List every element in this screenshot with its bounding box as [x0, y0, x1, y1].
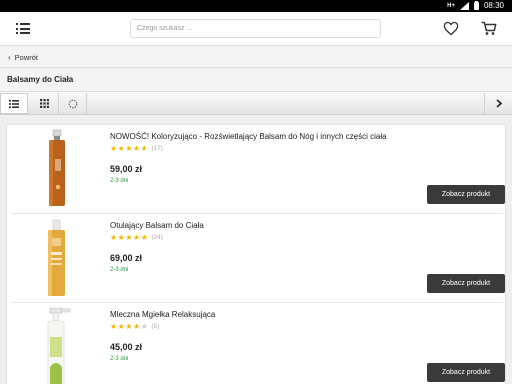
- page-title: Balsamy do Ciała: [0, 69, 512, 91]
- grid-view-button[interactable]: [31, 93, 59, 114]
- product-name[interactable]: Otulający Balsam do Ciała: [110, 221, 204, 230]
- chevron-right-icon: [495, 99, 502, 108]
- product-image: [49, 129, 65, 206]
- cart-icon[interactable]: [481, 21, 497, 36]
- list-view-button[interactable]: [0, 93, 28, 114]
- rating-stars: ★★★★★★: [110, 144, 149, 153]
- view-product-button[interactable]: Zobacz produkt: [427, 274, 505, 293]
- loading-icon: [68, 99, 77, 108]
- status-bar: H+ 08:30: [0, 0, 512, 12]
- review-count: (17): [151, 145, 163, 152]
- product-rating: ★★★★★★ (17): [110, 144, 163, 153]
- delivery-time: 2-3 dni: [110, 356, 129, 362]
- back-link[interactable]: ‹ Powrót: [0, 47, 512, 68]
- product-item[interactable]: Otulający Balsam do Ciała ★★★★★ (24) 69,…: [11, 214, 505, 303]
- product-price: 59,00 zł: [110, 164, 143, 174]
- delivery-time: 2-3 dni: [110, 267, 129, 273]
- chevron-left-icon: ‹: [8, 52, 11, 62]
- rating-stars: ★★★★★: [110, 233, 149, 242]
- product-name[interactable]: NOWOŚĆ! Koloryzująco - Rozświetlający Ba…: [110, 132, 387, 141]
- search-input[interactable]: [130, 19, 381, 38]
- refresh-button[interactable]: [59, 93, 87, 114]
- product-price: 69,00 zł: [110, 253, 143, 263]
- app-header: [0, 12, 512, 46]
- back-label: Powrót: [14, 52, 39, 62]
- product-item[interactable]: NOWOŚĆ! Koloryzująco - Rozświetlający Ba…: [11, 125, 505, 214]
- product-image: [47, 307, 71, 384]
- review-count: (24): [151, 234, 163, 241]
- view-product-button[interactable]: Zobacz produkt: [427, 185, 505, 204]
- network-type: H+: [447, 2, 455, 9]
- list-view-icon: [9, 99, 19, 108]
- product-price: 45,00 zł: [110, 342, 143, 352]
- product-item[interactable]: Mleczna Mgiełka Relaksująca ★★★★★ (5) 45…: [11, 303, 505, 384]
- heart-icon[interactable]: [443, 21, 459, 36]
- product-list: NOWOŚĆ! Koloryzująco - Rozświetlający Ba…: [6, 124, 506, 384]
- clock: 08:30: [483, 1, 504, 10]
- signal-icon: [459, 1, 469, 10]
- delivery-time: 2-3 dni: [110, 178, 129, 184]
- product-rating: ★★★★★ (24): [110, 233, 163, 242]
- product-name[interactable]: Mleczna Mgiełka Relaksująca: [110, 310, 215, 319]
- product-rating: ★★★★★ (5): [110, 322, 159, 331]
- review-count: (5): [151, 323, 160, 330]
- menu-icon[interactable]: [16, 23, 30, 34]
- chevron-right-button[interactable]: [484, 93, 512, 114]
- product-image: [48, 219, 65, 296]
- rating-stars: ★★★★★: [110, 322, 149, 331]
- battery-icon: [473, 0, 479, 10]
- view-toolbar: [0, 91, 512, 115]
- grid-view-icon: [40, 99, 49, 108]
- view-product-button[interactable]: Zobacz produkt: [427, 363, 505, 382]
